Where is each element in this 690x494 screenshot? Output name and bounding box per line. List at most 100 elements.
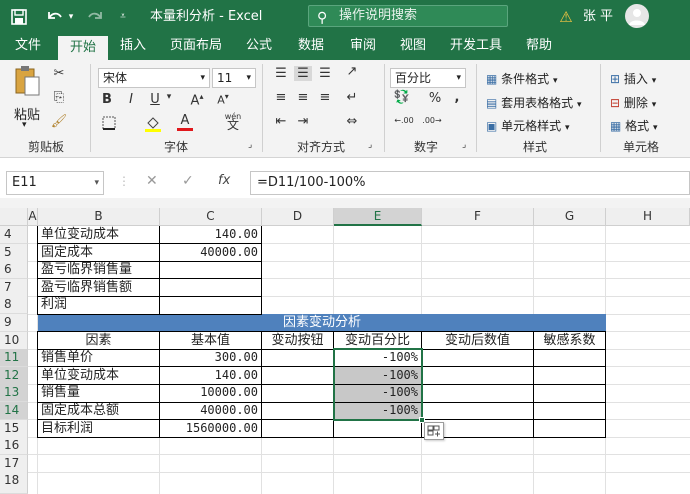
row-header-16[interactable]: 16: [0, 437, 28, 456]
col-header-a[interactable]: A: [28, 208, 38, 226]
increase-font-icon[interactable]: A▴: [188, 92, 206, 108]
save-icon[interactable]: [8, 0, 30, 34]
row-header-18[interactable]: 18: [0, 472, 28, 494]
tab-data[interactable]: 数据: [290, 34, 332, 60]
cell-b14[interactable]: 固定成本总额: [38, 402, 159, 420]
font-dialog-icon[interactable]: ⌟: [248, 140, 252, 150]
col-header-f[interactable]: F: [422, 208, 534, 226]
insert-function-icon[interactable]: fx: [218, 173, 230, 188]
cell-b15[interactable]: 目标利润: [38, 420, 159, 438]
row-header-4[interactable]: 4: [0, 226, 28, 244]
paste-dropdown-icon[interactable]: ▾: [22, 120, 27, 130]
copy-icon[interactable]: ⎘: [50, 90, 68, 105]
underline-button[interactable]: U: [148, 92, 162, 107]
cell-c11[interactable]: 300.00: [160, 349, 261, 367]
tab-insert[interactable]: 插入: [112, 34, 154, 60]
col-header-e[interactable]: E: [334, 208, 422, 226]
row-header-10[interactable]: 10: [0, 331, 28, 350]
name-box[interactable]: E11 ▾: [6, 171, 104, 195]
format-painter-icon[interactable]: 🖌: [50, 114, 68, 129]
cell-b4[interactable]: 单位变动成本: [38, 226, 159, 244]
percent-style-icon[interactable]: %: [428, 91, 442, 106]
avatar[interactable]: [625, 4, 649, 28]
number-dialog-icon[interactable]: ⌟: [462, 140, 466, 150]
italic-button[interactable]: I: [124, 92, 138, 107]
phonetic-guide-icon[interactable]: wén 文: [220, 112, 246, 131]
font-size-select[interactable]: 11 ▾: [212, 68, 256, 88]
format-as-table-button[interactable]: ▤ 套用表格格式 ▾: [486, 94, 582, 111]
fill-color-icon[interactable]: [144, 114, 162, 136]
row-header-12[interactable]: 12: [0, 366, 28, 385]
format-cells-button[interactable]: ▦ 格式 ▾: [610, 117, 658, 134]
row-header-14[interactable]: 14: [0, 402, 28, 420]
select-all-corner[interactable]: [0, 208, 28, 226]
formula-input[interactable]: =D11/100-100%: [250, 171, 690, 195]
header-changed-value[interactable]: 变动后数值: [422, 332, 533, 350]
tab-home[interactable]: 开始: [58, 36, 108, 60]
undo-dropdown-icon[interactable]: ▾: [66, 0, 76, 34]
font-color-icon[interactable]: A: [176, 113, 194, 131]
analysis-title-banner[interactable]: 因素变动分析: [38, 314, 606, 331]
insert-cells-button[interactable]: ⊞ 插入 ▾: [610, 70, 656, 87]
tab-developer[interactable]: 开发工具: [444, 34, 508, 60]
row-header-11[interactable]: 11: [0, 349, 28, 368]
increase-decimal-icon[interactable]: ←.00: [392, 116, 416, 125]
cell-c14[interactable]: 40000.00: [160, 402, 261, 420]
cell-c5[interactable]: 40000.00: [160, 244, 261, 262]
col-header-h[interactable]: H: [606, 208, 690, 226]
row-header-15[interactable]: 15: [0, 419, 28, 438]
delete-cells-button[interactable]: ⊟ 删除 ▾: [610, 94, 656, 111]
tab-view[interactable]: 视图: [392, 34, 434, 60]
row-header-5[interactable]: 5: [0, 243, 28, 262]
accounting-format-icon[interactable]: 💱: [392, 90, 412, 105]
header-change-button[interactable]: 变动按钮: [262, 332, 333, 350]
cell-b13[interactable]: 销售量: [38, 384, 159, 402]
row-header-7[interactable]: 7: [0, 278, 28, 297]
cell-c4[interactable]: 140.00: [160, 226, 261, 244]
tab-help[interactable]: 帮助: [518, 34, 560, 60]
align-left-icon[interactable]: ≡: [272, 90, 290, 105]
header-factor[interactable]: 因素: [38, 332, 159, 350]
align-center-icon[interactable]: ≡: [294, 90, 312, 105]
merge-center-icon[interactable]: ⇔: [342, 114, 362, 129]
decrease-font-icon[interactable]: A▾: [214, 92, 232, 107]
font-name-select[interactable]: 宋体 ▾: [98, 68, 210, 88]
number-format-select[interactable]: 百分比 ▾: [390, 68, 466, 88]
increase-indent-icon[interactable]: ⇥: [294, 114, 312, 129]
undo-icon[interactable]: [44, 0, 66, 34]
cell-b5[interactable]: 固定成本: [38, 244, 159, 262]
col-header-d[interactable]: D: [262, 208, 334, 226]
comma-style-icon[interactable]: ,: [450, 90, 464, 105]
cancel-icon[interactable]: ✕: [146, 173, 158, 189]
bold-button[interactable]: B: [100, 92, 114, 107]
cell-b8[interactable]: 利润: [38, 296, 159, 314]
paste-icon[interactable]: [10, 64, 44, 104]
col-header-c[interactable]: C: [160, 208, 262, 226]
warning-icon[interactable]: ⚠: [556, 0, 576, 34]
search-box[interactable]: ⚲ 操作说明搜索: [308, 5, 508, 27]
align-bottom-icon[interactable]: ☰: [316, 66, 334, 81]
header-base-value[interactable]: 基本值: [160, 332, 261, 350]
row-header-6[interactable]: 6: [0, 261, 28, 280]
row-header-13[interactable]: 13: [0, 384, 28, 403]
confirm-icon[interactable]: ✓: [182, 173, 194, 189]
header-change-percent[interactable]: 变动百分比: [334, 332, 421, 350]
cell-b12[interactable]: 单位变动成本: [38, 367, 159, 385]
cell-b11[interactable]: 销售单价: [38, 349, 159, 367]
col-header-g[interactable]: G: [534, 208, 606, 226]
cell-styles-button[interactable]: ▣ 单元格样式 ▾: [486, 117, 570, 134]
cell-b6[interactable]: 盈亏临界销售量: [38, 261, 159, 279]
cell-c13[interactable]: 10000.00: [160, 384, 261, 402]
chevron-down-icon[interactable]: ▾: [164, 92, 174, 102]
conditional-formatting-button[interactable]: ▦ 条件格式 ▾: [486, 70, 558, 87]
cell-b7[interactable]: 盈亏临界销售额: [38, 279, 159, 297]
decrease-indent-icon[interactable]: ⇤: [272, 114, 290, 129]
border-icon[interactable]: [100, 116, 118, 134]
col-header-b[interactable]: B: [38, 208, 160, 226]
user-name[interactable]: 张 平: [580, 0, 616, 34]
row-header-9[interactable]: 9: [0, 314, 28, 332]
row-header-17[interactable]: 17: [0, 454, 28, 473]
align-middle-icon[interactable]: ☰: [294, 66, 312, 81]
tab-page-layout[interactable]: 页面布局: [164, 34, 228, 60]
tab-formulas[interactable]: 公式: [238, 34, 280, 60]
